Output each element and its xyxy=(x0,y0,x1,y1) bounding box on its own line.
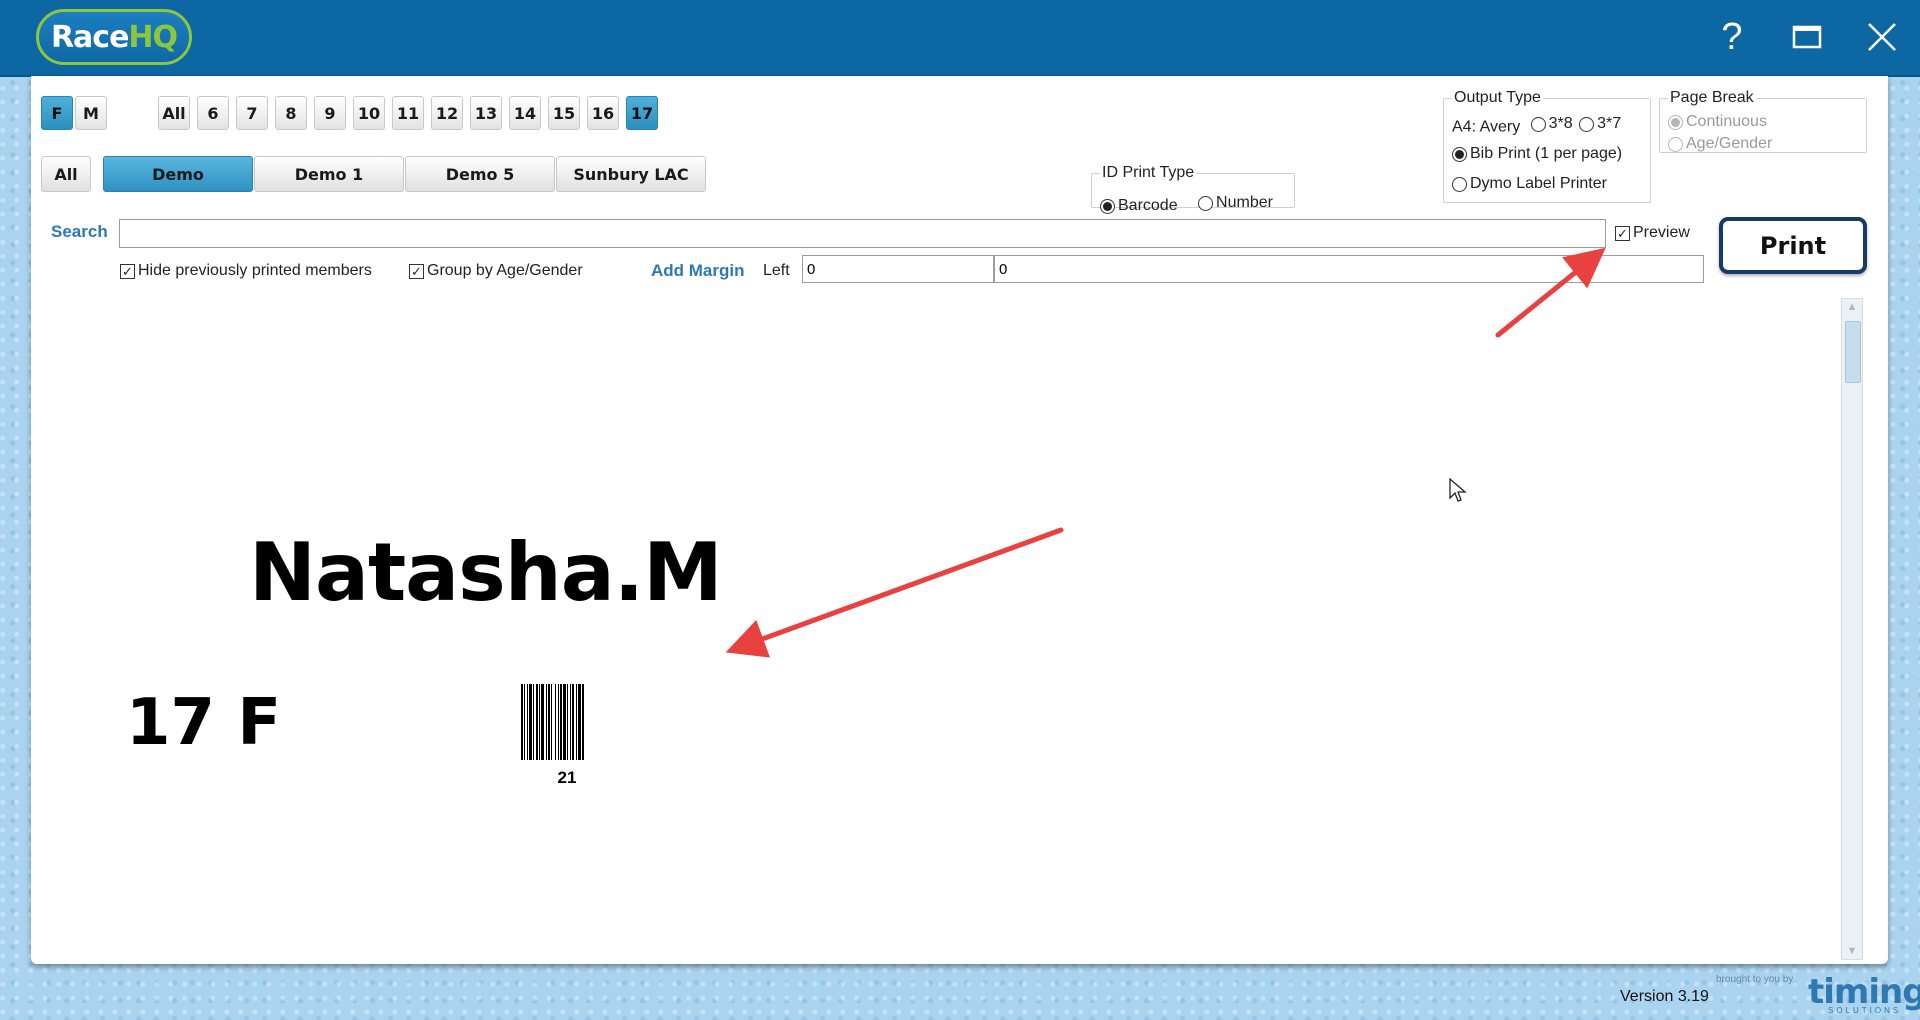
brand-tagline: brought to you by xyxy=(1716,974,1794,985)
arrow-to-bib xyxy=(725,527,1064,658)
arrow-to-preview xyxy=(1495,247,1606,338)
annotation-arrows xyxy=(725,247,1606,658)
version-label: Version 3.19 xyxy=(1620,988,1709,1005)
timing-solutions-sub: SOLUTIONS xyxy=(1828,1006,1902,1015)
